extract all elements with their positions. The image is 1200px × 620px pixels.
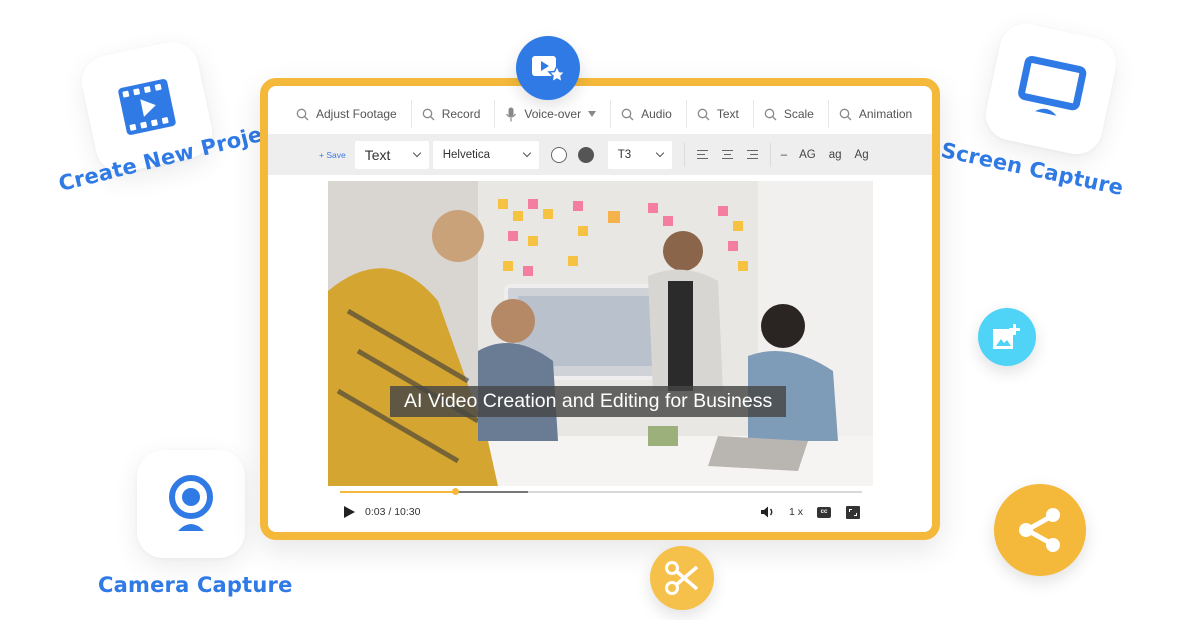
progress-fill [340, 491, 455, 493]
menu-label: Text [716, 107, 739, 121]
font-select[interactable]: Helvetica [432, 140, 539, 169]
case-uppercase[interactable]: AG [799, 149, 816, 161]
menu-scale[interactable]: Scale [754, 100, 829, 128]
search-icon [422, 108, 435, 120]
font-select-value: Helvetica [442, 148, 491, 161]
align-center-icon[interactable] [721, 149, 734, 160]
seek-bar[interactable] [340, 488, 862, 495]
menu-adjust-footage[interactable]: Adjust Footage [286, 100, 412, 128]
divider [769, 142, 771, 167]
cut-button[interactable] [650, 546, 714, 610]
chevron-down-icon [412, 148, 421, 157]
menu-label: Scale [783, 107, 814, 121]
menu-text[interactable]: Text [687, 100, 754, 128]
menu-record[interactable]: Record [412, 100, 496, 128]
case-capitalize[interactable]: Ag [855, 149, 869, 161]
add-image-icon [993, 324, 1020, 349]
caret-down-icon [588, 111, 597, 117]
editor-window: Adjust Footage Record Voice-over Audio T… [260, 78, 940, 540]
menu-voice-over[interactable]: Voice-over [495, 100, 612, 128]
divider [683, 142, 685, 167]
microphone-icon [506, 107, 517, 121]
camera-capture-label[interactable]: Camera Capture [98, 573, 293, 597]
align-right-icon[interactable] [745, 149, 758, 160]
menu-label: Audio [641, 107, 672, 121]
case-lowercase[interactable]: ag [829, 149, 842, 161]
size-select[interactable]: T3 [607, 140, 672, 169]
size-select-value: T3 [617, 148, 632, 161]
time-display: 0:03 / 10:30 [365, 506, 421, 518]
video-star-icon [532, 56, 566, 84]
align-left-icon[interactable] [696, 149, 710, 160]
menu-animation[interactable]: Animation [829, 100, 926, 128]
menu-label: Voice-over [524, 107, 582, 121]
volume-icon[interactable] [760, 506, 776, 518]
type-select[interactable]: Text [354, 140, 429, 169]
menu-audio[interactable]: Audio [611, 100, 687, 128]
type-select-value: Text [364, 146, 391, 163]
search-icon [296, 108, 309, 120]
chevron-down-icon [522, 148, 531, 157]
captions-icon[interactable]: cc [817, 506, 831, 518]
search-icon [839, 108, 852, 120]
screen-capture-tile[interactable] [981, 19, 1121, 159]
share-button[interactable] [994, 484, 1086, 576]
monitor-icon [1018, 55, 1087, 116]
dash-option[interactable]: – [781, 149, 787, 161]
search-icon [764, 108, 777, 120]
scissors-icon [665, 561, 699, 595]
menu-label: Animation [858, 107, 913, 121]
add-image-button[interactable] [978, 308, 1036, 366]
fullscreen-icon[interactable] [846, 505, 860, 519]
video-caption: AI Video Creation and Editing for Busine… [390, 386, 787, 417]
search-icon [621, 108, 634, 120]
search-icon [697, 108, 710, 120]
meeting-scene-image [328, 181, 873, 486]
share-icon [1019, 508, 1060, 552]
playback-speed[interactable]: 1 x [789, 506, 803, 518]
save-button[interactable]: + Save [319, 150, 346, 160]
video-star-badge[interactable] [516, 36, 580, 100]
player-controls: 0:03 / 10:30 1 x cc [340, 502, 860, 522]
play-icon[interactable] [344, 506, 355, 518]
menu-label: Record [441, 107, 481, 121]
seek-handle[interactable] [451, 488, 459, 495]
menu-label: Adjust Footage [316, 107, 397, 121]
camera-capture-tile[interactable] [137, 450, 245, 558]
webcam-icon [169, 475, 213, 531]
fill-color-swatch[interactable] [577, 146, 594, 163]
chevron-down-icon [655, 148, 664, 157]
screen-capture-label[interactable]: Screen Capture [939, 138, 1126, 200]
film-play-icon [118, 79, 176, 135]
outline-color-swatch[interactable] [550, 146, 567, 163]
video-preview[interactable]: AI Video Creation and Editing for Busine… [328, 181, 873, 486]
format-toolbar: + Save Text Helvetica T3 – AG ag Ag [268, 134, 932, 175]
